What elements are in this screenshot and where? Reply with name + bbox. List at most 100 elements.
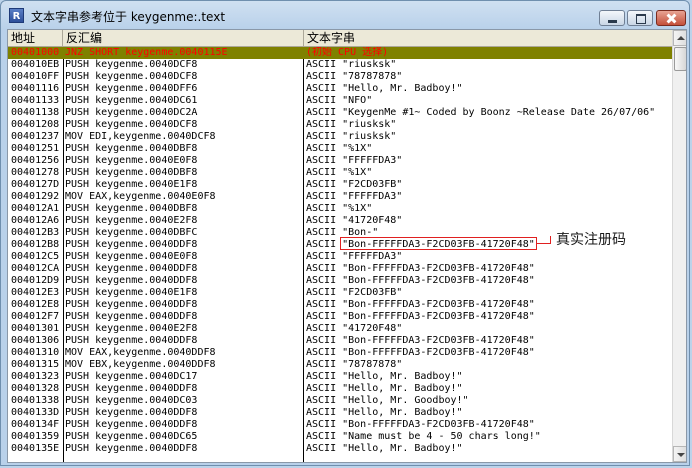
address-cell: 0040127D (11, 179, 60, 190)
maximize-button[interactable] (627, 10, 653, 26)
maximize-icon (628, 11, 652, 25)
address-cell: 00401278 (11, 167, 60, 178)
table-row[interactable]: 0040134F PUSH keygenme.0040DDF8 ASCII "Bon… (8, 419, 672, 431)
address-cell: 004012A6 (11, 215, 60, 226)
address-cell: 004012A1 (11, 203, 60, 214)
text-string-cell: ASCII "78787878" (306, 359, 403, 370)
text-string-cell: ASCII "Bon-FFFFFDA3-F2CD03FB-41720F48" (306, 419, 535, 430)
text-string-cell: ASCII "Hello, Mr. Goodboy!" (306, 395, 469, 406)
table-row[interactable]: 004012C5 PUSH keygenme.0040E0F8 ASCII "FFF… (8, 251, 672, 263)
address-cell: 004012F7 (11, 311, 60, 322)
table-row[interactable]: 00401133 PUSH keygenme.0040DC61 ASCII "NFO… (8, 95, 672, 107)
table-row[interactable]: 004012E8 PUSH keygenme.0040DDF8 ASCII "Bon… (8, 299, 672, 311)
table-row[interactable]: 004012F7 PUSH keygenme.0040DDF8 ASCII "Bon… (8, 311, 672, 323)
address-cell: 00401315 (11, 359, 60, 370)
disassembly-cell: PUSH keygenme.0040DDF8 (65, 275, 198, 286)
close-icon (657, 11, 685, 25)
table-row[interactable]: 00401292 MOV EAX,keygenme.0040E0F8 ASCII "… (8, 191, 672, 203)
disassembly-cell: MOV EBX,keygenme.0040DDF8 (65, 359, 216, 370)
text-string-cell: ASCII "riusksk" (306, 119, 397, 130)
table-row[interactable]: 00401315 MOV EBX,keygenme.0040DDF8 ASCII "… (8, 359, 672, 371)
address-cell: 004012E8 (11, 299, 60, 310)
disassembly-cell: PUSH keygenme.0040DC65 (65, 431, 198, 442)
scroll-up-icon[interactable] (673, 30, 686, 46)
table-row[interactable]: 00401138 PUSH keygenme.0040DC2A ASCII "Key… (8, 107, 672, 119)
text-string-cell: ASCII "Bon-FFFFFDA3-F2CD03FB-41720F48" (306, 275, 535, 286)
table-row[interactable]: 004010FF PUSH keygenme.0040DCF8 ASCII "787… (8, 71, 672, 83)
disassembly-cell: PUSH keygenme.0040DFF6 (65, 83, 198, 94)
scroll-down-icon[interactable] (673, 446, 686, 462)
disassembly-cell: PUSH keygenme.0040DC03 (65, 395, 198, 406)
table-row-selected[interactable]: 00401000 JNZ SHORT keygenme.0040115E (初始 C… (8, 47, 672, 59)
table-row[interactable]: 00401116 PUSH keygenme.0040DFF6 ASCII "Hel… (8, 83, 672, 95)
disassembly-cell: PUSH keygenme.0040DC61 (65, 95, 198, 106)
title-bar[interactable]: R 文本字串参考位于 keygenme:.text (1, 1, 689, 29)
disassembly-cell: PUSH keygenme.0040DDF8 (65, 335, 198, 346)
callout-line (537, 243, 551, 244)
table-row[interactable]: 004012D9 PUSH keygenme.0040DDF8 ASCII "Bon… (8, 275, 672, 287)
column-header-disassembly[interactable]: 反汇编 (63, 30, 304, 46)
table-row[interactable]: 00401237 MOV EDI,keygenme.0040DCF8 ASCII "… (8, 131, 672, 143)
table-row[interactable]: 00401306 PUSH keygenme.0040DDF8 ASCII "Bon… (8, 335, 672, 347)
disassembly-cell: MOV EAX,keygenme.0040E0F8 (65, 191, 216, 202)
scroll-thumb[interactable] (674, 47, 686, 71)
text-string-cell: ASCII "F2CD03FB" (306, 287, 403, 298)
address-cell: 0040134F (11, 419, 60, 430)
disassembly-cell: PUSH keygenme.0040DCF8 (65, 59, 198, 70)
table-row[interactable]: 00401278 PUSH keygenme.0040DBF8 ASCII "%1X… (8, 167, 672, 179)
table-row[interactable]: 00401338 PUSH keygenme.0040DC03 ASCII "Hel… (8, 395, 672, 407)
address-cell: 00401237 (11, 131, 60, 142)
table-row[interactable]: 004012E3 PUSH keygenme.0040E1F8 ASCII "F2C… (8, 287, 672, 299)
annotation-real-serial: 真实注册码 (556, 232, 626, 248)
disassembly-cell: PUSH keygenme.0040E1F8 (65, 287, 198, 298)
address-cell: 00401000 (11, 47, 60, 58)
text-string-cell: ASCII "%1X" (306, 167, 373, 178)
address-cell: 00401208 (11, 119, 60, 130)
address-cell: 00401133 (11, 95, 60, 106)
disassembly-cell: PUSH keygenme.0040DDF8 (65, 299, 198, 310)
table-row[interactable]: 004012CA PUSH keygenme.0040DDF8 ASCII "Bon… (8, 263, 672, 275)
close-button[interactable] (656, 10, 686, 26)
table-row[interactable]: 0040133D PUSH keygenme.0040DDF8 ASCII "Hel… (8, 407, 672, 419)
disassembly-cell: PUSH keygenme.0040DBFC (65, 227, 198, 238)
text-string-cell: ASCII "%1X" (306, 203, 373, 214)
app-icon: R (9, 8, 24, 23)
table-row[interactable]: 00401328 PUSH keygenme.0040DDF8 ASCII "Hel… (8, 383, 672, 395)
table-row[interactable]: 00401256 PUSH keygenme.0040E0F8 ASCII "FFF… (8, 155, 672, 167)
table-row[interactable]: 0040135E PUSH keygenme.0040DDF8 ASCII "Hel… (8, 443, 672, 455)
column-header-address[interactable]: 地址 (8, 30, 63, 46)
disassembly-cell: PUSH keygenme.0040E0F8 (65, 251, 198, 262)
table-row[interactable]: 00401359 PUSH keygenme.0040DC65 ASCII "Nam… (8, 431, 672, 443)
disassembly-cell: PUSH keygenme.0040DDF8 (65, 443, 198, 454)
table-row[interactable]: 00401208 PUSH keygenme.0040DCF8 ASCII "riu… (8, 119, 672, 131)
address-cell: 004012CA (11, 263, 60, 274)
disassembly-cell: PUSH keygenme.0040DC2A (65, 107, 198, 118)
text-string-cell: ASCII "NFO" (306, 95, 373, 106)
address-cell: 00401292 (11, 191, 60, 202)
table-row[interactable]: 00401323 PUSH keygenme.0040DC17 ASCII "Hel… (8, 371, 672, 383)
disassembly-cell: PUSH keygenme.0040DDF8 (65, 383, 198, 394)
table-row[interactable]: 00401251 PUSH keygenme.0040DBF8 ASCII "%1X… (8, 143, 672, 155)
table-row[interactable]: 00401301 PUSH keygenme.0040E2F8 ASCII "417… (8, 323, 672, 335)
table-row[interactable]: 00401310 MOV EAX,keygenme.0040DDF8 ASCII "… (8, 347, 672, 359)
disassembly-cell: PUSH keygenme.0040DCF8 (65, 119, 198, 130)
vertical-scrollbar[interactable] (672, 30, 686, 462)
address-cell: 00401310 (11, 347, 60, 358)
callout-line (550, 236, 551, 244)
text-string-cell: ASCII "78787878" (306, 71, 403, 82)
column-header-text-string[interactable]: 文本字串 (304, 30, 672, 46)
address-cell: 00401116 (11, 83, 60, 94)
address-cell: 00401306 (11, 335, 60, 346)
disassembly-cell: PUSH keygenme.0040DDF8 (65, 419, 198, 430)
strings-window: R 文本字串参考位于 keygenme:.text 地址 反汇编 文本字串 00… (0, 0, 690, 466)
table-row[interactable]: 004012A6 PUSH keygenme.0040E2F8 ASCII "417… (8, 215, 672, 227)
disassembly-cell: PUSH keygenme.0040E1F8 (65, 179, 198, 190)
minimize-button[interactable] (599, 10, 625, 26)
disassembly-cell: PUSH keygenme.0040DDF8 (65, 311, 198, 322)
text-string-cell: ASCII "Bon-FFFFFDA3-F2CD03FB-41720F48" (306, 263, 535, 274)
disassembly-cell: JNZ SHORT keygenme.0040115E (65, 47, 228, 58)
table-row[interactable]: 0040127D PUSH keygenme.0040E1F8 ASCII "F2C… (8, 179, 672, 191)
disassembly-cell: PUSH keygenme.0040DBF8 (65, 167, 198, 178)
table-row[interactable]: 004010EB PUSH keygenme.0040DCF8 ASCII "riu… (8, 59, 672, 71)
table-row[interactable]: 004012A1 PUSH keygenme.0040DBF8 ASCII "%1X… (8, 203, 672, 215)
